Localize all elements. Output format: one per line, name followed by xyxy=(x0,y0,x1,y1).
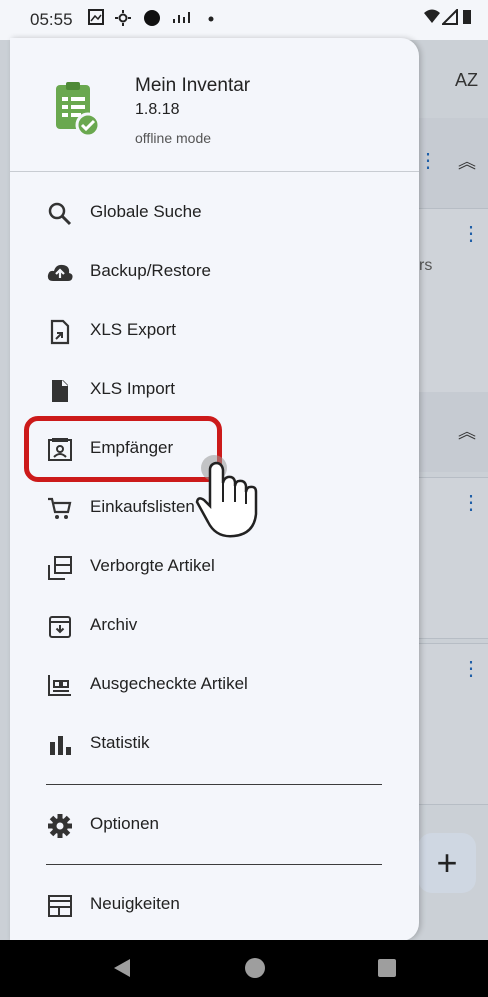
menu-item-hidden-items[interactable]: Verborgte Artikel xyxy=(30,542,400,592)
menu-item-label: Archiv xyxy=(90,615,138,634)
menu-divider xyxy=(46,864,382,865)
menu-item-options[interactable]: Optionen xyxy=(30,800,400,850)
menu-item-label: Ausgecheckte Artikel xyxy=(90,674,248,693)
status-time: 05:55 xyxy=(30,10,73,29)
collapse-icon[interactable]: ︽ xyxy=(458,148,476,174)
menu-item-statistics[interactable]: Statistik xyxy=(30,719,400,769)
menu-item-xls-import[interactable]: XLS Import xyxy=(30,365,400,415)
more-vert-icon[interactable]: ⋮ xyxy=(418,148,438,173)
cloud-upload-icon xyxy=(47,264,73,281)
menu-item-archive[interactable]: Archiv xyxy=(30,601,400,651)
menu-divider xyxy=(46,784,382,785)
menu-item-news[interactable]: Neuigkeiten xyxy=(30,880,400,930)
menu-item-label: Optionen xyxy=(90,814,159,833)
battery-icon xyxy=(462,9,472,29)
gear-icon xyxy=(48,814,72,838)
menu-item-label: XLS Import xyxy=(90,379,176,398)
more-vert-icon[interactable]: ⋮ xyxy=(461,656,481,681)
recents-nav-icon[interactable] xyxy=(374,955,400,981)
sort-az-icon[interactable]: AZ xyxy=(455,70,478,91)
back-nav-icon[interactable] xyxy=(110,955,136,981)
checkout-icon xyxy=(48,675,71,696)
app-name: Mein Inventar xyxy=(135,75,251,96)
search-icon xyxy=(48,202,72,226)
news-icon xyxy=(48,895,72,917)
more-vert-icon[interactable]: ⋮ xyxy=(461,490,481,515)
menu-item-label: Verborgte Artikel xyxy=(90,556,215,575)
menu-item-label: XLS Export xyxy=(90,320,176,339)
menu-item-label: Backup/Restore xyxy=(90,261,211,280)
dot-icon xyxy=(143,9,161,31)
menu-item-backup-restore[interactable]: Backup/Restore xyxy=(30,247,400,297)
collapse-icon[interactable]: ︽ xyxy=(458,418,476,444)
add-fab-button[interactable]: + xyxy=(418,833,476,893)
archive-icon xyxy=(49,616,71,638)
header-divider xyxy=(10,171,419,172)
status-bar: 05:55 xyxy=(0,0,488,40)
more-vert-icon[interactable]: ⋮ xyxy=(461,221,481,246)
tap-hand-icon xyxy=(195,455,258,538)
cart-icon xyxy=(48,497,72,519)
menu-item-xls-export[interactable]: XLS Export xyxy=(30,306,400,356)
hidden-items-icon xyxy=(48,556,72,580)
file-icon xyxy=(52,380,68,402)
more-dot-icon xyxy=(207,9,215,29)
home-nav-icon[interactable] xyxy=(242,955,268,981)
signal-icon xyxy=(172,9,192,29)
app-logo-icon xyxy=(56,82,101,137)
menu-item-label: Neuigkeiten xyxy=(90,894,180,913)
menu-item-label: Einkaufslisten xyxy=(90,497,195,516)
app-version: 1.8.18 xyxy=(135,101,180,118)
settings-icon xyxy=(113,9,133,31)
photo-icon xyxy=(88,9,104,29)
system-nav-bar xyxy=(0,940,488,997)
bg-partial-text: rs xyxy=(419,257,433,274)
menu-item-label: Globale Suche xyxy=(90,202,202,221)
menu-item-global-search[interactable]: Globale Suche xyxy=(30,188,400,238)
wifi-icon xyxy=(423,9,441,29)
drawer-header: Mein Inventar 1.8.18 offline mode xyxy=(10,38,419,172)
file-export-icon xyxy=(50,319,70,345)
bar-chart-icon xyxy=(50,736,71,755)
menu-item-checked-out-items[interactable]: Ausgecheckte Artikel xyxy=(30,660,400,710)
cell-icon xyxy=(440,7,458,29)
navigation-drawer: Mein Inventar 1.8.18 offline mode Global… xyxy=(10,38,419,941)
menu-item-label: Statistik xyxy=(90,733,150,752)
app-mode: offline mode xyxy=(135,130,212,146)
